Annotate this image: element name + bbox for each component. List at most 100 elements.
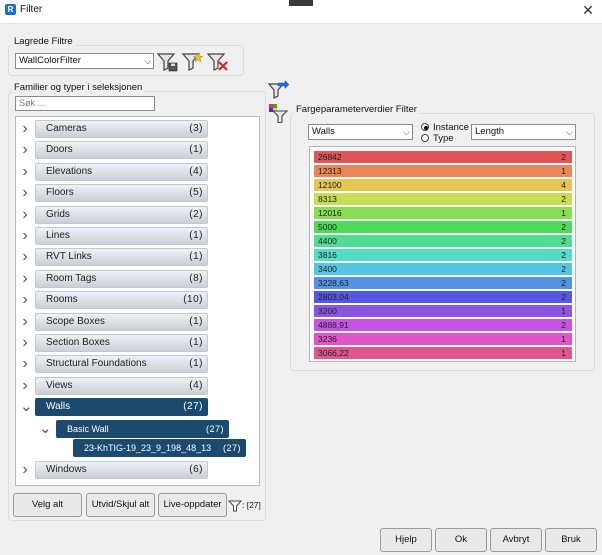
family-item-button[interactable]: Elevations (4) xyxy=(35,162,208,181)
tree-child-type[interactable]: ⌄ Basic Wall (27) xyxy=(16,419,259,438)
type-radio[interactable] xyxy=(421,134,429,142)
family-item-button[interactable]: Windows (6) xyxy=(35,460,208,479)
family-item-button[interactable]: Floors (5) xyxy=(35,184,208,203)
tree-item[interactable]: › Structural Foundations (1) xyxy=(16,355,259,374)
color-value-row[interactable]: 12016 1 xyxy=(314,207,572,219)
type-item-button[interactable]: Basic Wall (27) xyxy=(56,419,229,438)
chevron-right-icon[interactable]: › xyxy=(20,141,30,159)
delete-filter-icon[interactable] xyxy=(207,52,229,72)
color-value-row[interactable]: 26842 2 xyxy=(314,151,572,163)
color-value-count: 4 xyxy=(561,180,566,190)
color-filter-label: Fargeparameterverdier Filter xyxy=(294,104,419,115)
family-item-button[interactable]: Walls (27) xyxy=(35,398,208,417)
color-value-row[interactable]: 3200 1 xyxy=(314,305,572,317)
chevron-right-icon[interactable]: › xyxy=(20,120,30,138)
tree-item[interactable]: › Room Tags (8) xyxy=(16,269,259,288)
parameter-select[interactable]: Length ⌵ xyxy=(471,124,576,140)
color-value-row[interactable]: 3816 2 xyxy=(314,249,572,261)
family-item-button[interactable]: Section Boxes (1) xyxy=(35,334,208,352)
cancel-button[interactable]: Avbryt xyxy=(490,528,542,552)
family-item-count: (3) xyxy=(189,123,203,134)
chevron-right-icon[interactable]: › xyxy=(20,461,30,479)
family-item-button[interactable]: Rooms (10) xyxy=(35,291,208,310)
chevron-right-icon[interactable]: › xyxy=(20,291,30,309)
tree-item[interactable]: › Views (4) xyxy=(16,376,259,395)
family-tree: › Cameras (3) › Doors (1) › Elevations (4) › Floor… xyxy=(15,116,260,486)
chevron-right-icon[interactable]: › xyxy=(20,334,30,352)
tree-item[interactable]: › Elevations (4) xyxy=(16,162,259,181)
instance-item-button[interactable]: 23-KhTIG-19_23_9_198_48_13 (27) xyxy=(73,438,246,457)
instance-radio[interactable] xyxy=(421,123,429,131)
color-value-label: 3400 xyxy=(318,264,337,274)
color-value-row[interactable]: 12313 1 xyxy=(314,165,572,177)
close-icon[interactable]: ✕ xyxy=(580,2,596,18)
tree-item[interactable]: › Floors (5) xyxy=(16,184,259,203)
family-item-label: Section Boxes xyxy=(46,337,110,348)
chevron-right-icon[interactable]: › xyxy=(20,270,30,288)
family-item-button[interactable]: Doors (1) xyxy=(35,141,208,160)
chevron-right-icon[interactable]: › xyxy=(20,184,30,202)
family-item-button[interactable]: RVT Links (1) xyxy=(35,248,208,267)
saved-filter-select[interactable]: WallColorFilter ⌵ xyxy=(15,53,154,69)
save-filter-icon[interactable] xyxy=(157,52,179,72)
color-value-row[interactable]: 4888,91 2 xyxy=(314,319,572,331)
tree-item[interactable]: › Doors (1) xyxy=(16,141,259,160)
apply-button[interactable]: Bruk xyxy=(545,528,597,552)
tree-item[interactable]: › Lines (1) xyxy=(16,227,259,245)
chevron-right-icon[interactable]: › xyxy=(20,377,30,395)
color-value-label: 12100 xyxy=(318,180,342,190)
color-value-row[interactable]: 3400 2 xyxy=(314,263,572,275)
chevron-right-icon[interactable]: › xyxy=(20,206,30,224)
color-value-row[interactable]: 3228,63 2 xyxy=(314,277,572,289)
color-value-row[interactable]: 2803,04 2 xyxy=(314,291,572,303)
tree-item[interactable]: ⌄ Walls (27) xyxy=(16,398,259,417)
tree-item[interactable]: › Cameras (3) xyxy=(16,120,259,138)
add-filter-icon[interactable] xyxy=(182,52,204,72)
family-item-button[interactable]: Grids (2) xyxy=(35,205,208,224)
color-value-count: 2 xyxy=(561,278,566,288)
color-value-label: 3236 xyxy=(318,334,337,344)
color-value-count: 2 xyxy=(561,264,566,274)
family-item-button[interactable]: Lines (1) xyxy=(35,227,208,245)
family-item-button[interactable]: Views (4) xyxy=(35,376,208,395)
tree-item[interactable]: › Rooms (10) xyxy=(16,291,259,310)
expand-collapse-button[interactable]: Utvid/Skjul alt xyxy=(86,493,155,517)
apply-filter-arrow-icon[interactable] xyxy=(268,80,290,100)
family-item-count: (1) xyxy=(189,251,203,263)
chevron-right-icon[interactable]: › xyxy=(20,227,30,245)
chevron-down-icon[interactable]: ⌄ xyxy=(39,420,52,438)
tree-item[interactable]: › Windows (6) xyxy=(16,460,259,479)
chevron-down-icon[interactable]: ⌄ xyxy=(20,398,33,416)
families-label: Familier og typer i seleksjonen xyxy=(12,82,145,93)
chevron-right-icon[interactable]: › xyxy=(20,313,30,331)
app-icon: R xyxy=(5,4,16,15)
drag-handle[interactable] xyxy=(289,0,313,6)
tree-child-instance[interactable]: 23-KhTIG-19_23_9_198_48_13 (27) xyxy=(16,438,259,457)
tree-item[interactable]: › Scope Boxes (1) xyxy=(16,312,259,331)
color-value-label: 12313 xyxy=(318,166,342,176)
color-value-row[interactable]: 4400 2 xyxy=(314,235,572,247)
color-value-row[interactable]: 3066,22 1 xyxy=(314,347,572,359)
color-value-row[interactable]: 3236 1 xyxy=(314,333,572,345)
tree-item[interactable]: › Section Boxes (1) xyxy=(16,334,259,352)
color-value-row[interactable]: 8313 2 xyxy=(314,193,572,205)
chevron-right-icon[interactable]: › xyxy=(20,355,30,373)
family-item-button[interactable]: Cameras (3) xyxy=(35,120,208,138)
help-button[interactable]: Hjelp xyxy=(380,528,432,552)
chevron-right-icon[interactable]: › xyxy=(20,163,30,181)
chevron-right-icon[interactable]: › xyxy=(20,248,30,266)
color-value-row[interactable]: 5000 2 xyxy=(314,221,572,233)
family-search-input[interactable]: Søk ... xyxy=(15,96,155,111)
family-item-label: Scope Boxes xyxy=(46,315,105,327)
family-item-button[interactable]: Scope Boxes (1) xyxy=(35,312,208,331)
select-all-button[interactable]: Velg alt xyxy=(13,493,82,517)
live-update-button[interactable]: Live-oppdater xyxy=(158,493,227,517)
family-item-button[interactable]: Room Tags (8) xyxy=(35,269,208,288)
tree-item[interactable]: › Grids (2) xyxy=(16,205,259,224)
family-item-button[interactable]: Structural Foundations (1) xyxy=(35,355,208,374)
color-value-row[interactable]: 12100 4 xyxy=(314,179,572,191)
tree-item[interactable]: › RVT Links (1) xyxy=(16,248,259,267)
color-value-count: 1 xyxy=(561,334,566,344)
ok-button[interactable]: Ok xyxy=(435,528,487,552)
category-select[interactable]: Walls ⌵ xyxy=(308,124,413,140)
